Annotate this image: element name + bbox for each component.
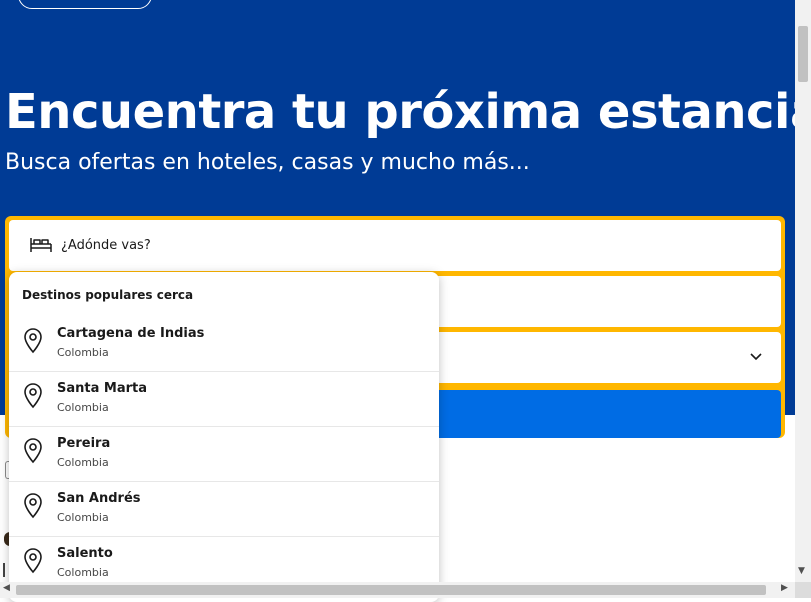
destination-suggestions: Destinos populares cerca Cartagena de In…: [9, 272, 439, 602]
suggestion-country: Colombia: [57, 456, 109, 469]
suggestion-city: San Andrés: [57, 491, 141, 506]
suggestion-item[interactable]: San Andrés Colombia: [9, 481, 439, 537]
map-pin-icon: [24, 493, 42, 519]
horizontal-scrollbar-thumb[interactable]: [16, 585, 766, 595]
header-button-partial[interactable]: [18, 0, 152, 9]
scroll-left-arrow-icon[interactable]: ◀: [3, 583, 10, 593]
suggestion-city: Cartagena de Indias: [57, 326, 205, 341]
page-title: Encuentra tu próxima estancia: [5, 84, 811, 140]
chevron-down-icon[interactable]: [749, 352, 763, 362]
suggestion-item[interactable]: Cartagena de Indias Colombia: [9, 316, 439, 372]
suggestion-city: Salento: [57, 546, 113, 561]
suggestions-heading: Destinos populares cerca: [22, 288, 194, 302]
scroll-right-arrow-icon[interactable]: ▶: [781, 583, 788, 593]
suggestion-city: Pereira: [57, 436, 111, 451]
suggestion-city: Santa Marta: [57, 381, 148, 396]
map-pin-icon: [24, 383, 42, 409]
suggestion-country: Colombia: [57, 566, 109, 579]
suggestion-country: Colombia: [57, 511, 109, 524]
map-pin-icon: [24, 438, 42, 464]
bed-icon: [30, 238, 52, 252]
suggestion-country: Colombia: [57, 401, 109, 414]
suggestion-country: Colombia: [57, 346, 109, 359]
vertical-scrollbar-thumb[interactable]: [798, 26, 808, 82]
vertical-scrollbar[interactable]: [795, 0, 811, 582]
map-pin-icon: [24, 548, 42, 574]
scroll-down-arrow-icon[interactable]: ▼: [798, 566, 805, 576]
scrollbar-corner: [795, 582, 811, 598]
destination-input[interactable]: ¿Adónde vas?: [61, 238, 151, 253]
suggestion-item[interactable]: Santa Marta Colombia: [9, 371, 439, 427]
destination-field[interactable]: ¿Adónde vas?: [9, 220, 781, 271]
suggestion-item[interactable]: Pereira Colombia: [9, 426, 439, 482]
map-pin-icon: [24, 328, 42, 354]
page-subtitle: Busca ofertas en hoteles, casas y mucho …: [5, 150, 530, 175]
